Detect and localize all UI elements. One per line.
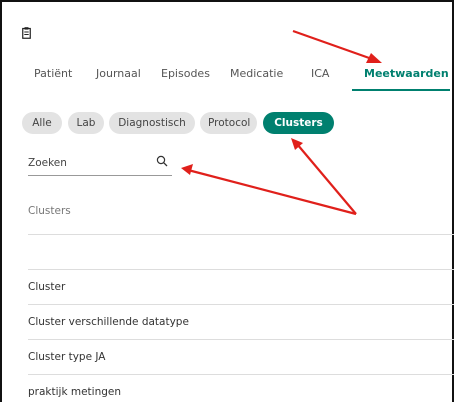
search-field[interactable]: Zoeken xyxy=(28,155,172,176)
filter-chip-lab[interactable]: Lab xyxy=(68,112,104,134)
list-item[interactable]: Cluster xyxy=(28,270,454,304)
search-icon[interactable] xyxy=(156,155,168,167)
tab-ica[interactable]: ICA xyxy=(311,67,329,80)
list-item[interactable]: praktijk metingen xyxy=(28,374,454,409)
filter-chips: Alle Lab Diagnostisch Protocol Clusters xyxy=(0,112,454,134)
filter-chip-clusters[interactable]: Clusters xyxy=(263,112,334,134)
tab-medicatie[interactable]: Medicatie xyxy=(230,67,283,80)
search-placeholder: Zoeken xyxy=(28,157,67,169)
tab-journaal[interactable]: Journaal xyxy=(96,67,141,80)
tab-bar: Patiënt Journaal Episodes Medicatie ICA … xyxy=(0,62,454,92)
active-tab-indicator xyxy=(352,89,450,91)
list-header: Clusters xyxy=(28,205,71,217)
cluster-list: Cluster Cluster verschillende datatype C… xyxy=(28,270,454,409)
header-divider xyxy=(28,234,454,235)
list-item[interactable]: Cluster type JA xyxy=(28,339,454,374)
tab-episodes[interactable]: Episodes xyxy=(161,67,210,80)
tab-patient[interactable]: Patiënt xyxy=(34,67,72,80)
filter-chip-diagnostisch[interactable]: Diagnostisch xyxy=(109,112,195,134)
filter-chip-alle[interactable]: Alle xyxy=(22,112,62,134)
clipboard-icon[interactable] xyxy=(22,27,31,39)
list-item[interactable]: Cluster verschillende datatype xyxy=(28,304,454,339)
filter-chip-protocol[interactable]: Protocol xyxy=(200,112,257,134)
tab-meetwaarden[interactable]: Meetwaarden xyxy=(364,67,449,80)
